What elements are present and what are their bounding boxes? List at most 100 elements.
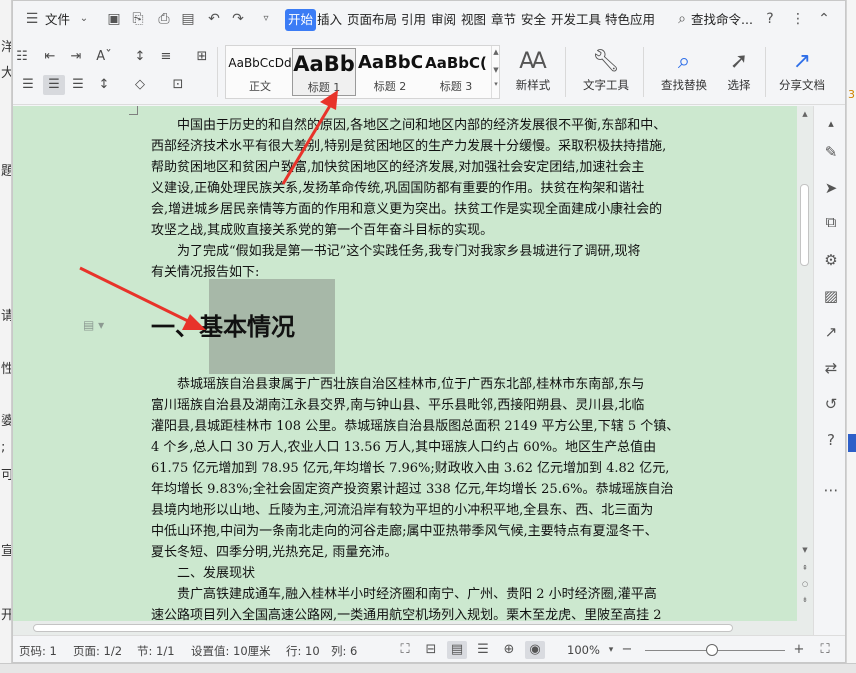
find-replace-button[interactable]: ⌕ 查找替换 (653, 47, 715, 101)
line-spacing-options-icon[interactable]: ≡ (155, 47, 177, 67)
style-heading-3[interactable]: AaBbC( 标题 3 (424, 48, 488, 96)
bg-char: 可 (1, 464, 11, 483)
prev-page-icon[interactable]: ⇞ (799, 564, 811, 572)
tab-view[interactable]: 视图 (461, 9, 486, 31)
select-button[interactable]: ➚ 选择 (719, 47, 759, 101)
translate-icon[interactable]: ⇄ (821, 358, 841, 378)
web-view-icon[interactable]: ⊕ (499, 641, 519, 659)
bg-char: 宣 (1, 540, 11, 559)
zoom-out-icon[interactable]: − (617, 641, 637, 659)
history-icon[interactable]: ↺ (821, 394, 841, 414)
zoom-slider-knob[interactable] (706, 644, 718, 656)
cursor-select-icon[interactable]: ➤ (821, 178, 841, 198)
paragraph-options-icon[interactable]: ▤ ▾ (83, 318, 104, 332)
tab-review[interactable]: 审阅 (431, 9, 456, 31)
picture-icon[interactable]: ▨ (821, 286, 841, 306)
scrollbar-thumb[interactable] (800, 184, 809, 266)
change-case-icon[interactable]: Aˇ (93, 47, 115, 67)
paragraph-subheading: 二、发展现状 (151, 563, 707, 584)
align-left-icon[interactable]: ☰ (17, 75, 39, 95)
bg-char: ; (1, 440, 6, 455)
fullscreen-icon[interactable]: ⛶ (395, 641, 415, 659)
collapse-pane-icon[interactable]: ▴ (821, 114, 841, 134)
command-search[interactable]: 查找命令... (691, 9, 753, 31)
document-page[interactable]: 中国由于历史的和自然的原因,各地区之间和地区内部的经济发展很不平衡,东部和中、 … (13, 106, 813, 621)
eye-protection-icon[interactable]: ◉ (525, 641, 545, 659)
magnifier-icon: ⌕ (677, 49, 691, 74)
style-label: 标题 1 (307, 81, 341, 94)
export-icon[interactable]: ⎘ (129, 10, 147, 28)
page-view-icon[interactable]: ▤ (447, 641, 467, 659)
heading-basic-situation[interactable]: 一、基本情况 (151, 306, 295, 348)
tab-home[interactable]: 开始 (285, 9, 317, 31)
text-line: 中国由于历史的和自然的原因,各地区之间和地区内部的经济发展很不平衡,东部和中、 (177, 118, 667, 133)
new-style-icon: Ꜳ (519, 49, 547, 74)
collapse-ribbon-icon[interactable]: ⌃ (815, 10, 833, 28)
reading-view-icon[interactable]: ⊟ (421, 641, 441, 659)
style-heading-2[interactable]: AaBbC( 标题 2 (358, 48, 422, 96)
new-style-label: 新样式 (515, 78, 551, 92)
justify-icon[interactable]: ☰ (43, 75, 65, 95)
tab-security[interactable]: 安全 (521, 9, 546, 31)
shading-icon[interactable]: ◇ (129, 75, 151, 95)
tab-insert[interactable]: 插入 (317, 9, 342, 31)
print-preview-icon[interactable]: ▤ (179, 10, 197, 28)
search-icon[interactable]: ⌕ (673, 10, 691, 28)
redo-icon[interactable]: ↷ (229, 10, 247, 28)
style-gallery-scroll[interactable]: ▲ ▼ ▾ (491, 46, 500, 98)
numbering-icon[interactable]: ☷ (13, 47, 33, 67)
line-spacing-icon[interactable]: ↕ (93, 75, 115, 95)
chevron-down-icon[interactable]: ⌄ (75, 10, 93, 28)
help-circle-icon[interactable]: ? (821, 430, 841, 450)
share-pane-icon[interactable]: ↗ (821, 322, 841, 342)
increase-indent-icon[interactable]: ⇥ (65, 47, 87, 67)
undo-icon[interactable]: ↶ (205, 10, 223, 28)
text-tools-button[interactable]: 🔧︎ 文字工具 (573, 47, 639, 101)
horizontal-scrollbar[interactable] (13, 621, 813, 635)
sort-icon[interactable]: ↕ (129, 47, 151, 67)
tab-developer[interactable]: 开发工具 (551, 9, 601, 31)
save-icon[interactable]: ▣ (105, 10, 123, 28)
vertical-scrollbar[interactable]: ▲ ▼ ⇞ ○ ⇟ (797, 106, 813, 621)
outline-view-icon[interactable]: ☰ (473, 641, 493, 659)
scroll-down-icon[interactable]: ▼ (799, 546, 811, 554)
print-icon[interactable]: ⎙ (155, 10, 173, 28)
menu-file[interactable]: 文件 (45, 9, 70, 31)
adjust-icon[interactable]: ⚙ (821, 250, 841, 270)
browse-object-icon[interactable]: ○ (799, 580, 811, 588)
text-line: 中低山环抱,中间为一条南北走向的河谷走廊;属中亚热带季风气候,主要特点有夏湿冬干… (151, 524, 658, 539)
quick-access-dropdown-icon[interactable]: ▿ (257, 10, 275, 28)
scroll-up-icon[interactable]: ▲ (799, 110, 811, 118)
scroll-down-icon[interactable]: ▼ (492, 66, 500, 74)
more-icon[interactable]: ⋯ (821, 480, 841, 500)
pen-icon[interactable]: ✎ (821, 142, 841, 162)
text-line: 年均增长 9.83%;全社会固定资产投资累计超过 338 亿元,年均增长 25.… (151, 482, 674, 497)
shapes-icon[interactable]: ⧉ (821, 212, 841, 232)
scrollbar-thumb[interactable] (33, 624, 733, 632)
decrease-indent-icon[interactable]: ⇤ (39, 47, 61, 67)
help-icon[interactable]: ? (761, 10, 779, 28)
new-style-button[interactable]: Ꜳ 新样式 (505, 47, 561, 101)
hamburger-icon[interactable]: ☰ (23, 10, 41, 28)
tab-page-layout[interactable]: 页面布局 (347, 9, 397, 31)
next-page-icon[interactable]: ⇟ (799, 596, 811, 604)
style-normal[interactable]: AaBbCcDd 正文 (228, 48, 292, 96)
tab-featured-apps[interactable]: 特色应用 (605, 9, 655, 31)
expand-gallery-icon[interactable]: ▾ (492, 80, 500, 88)
status-section: 节: 1/1 (137, 644, 175, 658)
status-row: 行: 10 (286, 644, 320, 658)
share-document-button[interactable]: ↗ 分享文档 (773, 47, 831, 101)
ribbon-separator (643, 47, 644, 97)
table-border-icon[interactable]: ⊞ (191, 47, 213, 67)
fit-window-icon[interactable]: ⛶ (815, 641, 835, 659)
share-icon: ↗ (792, 49, 812, 74)
borders-icon[interactable]: ⊡ (167, 75, 189, 95)
distributed-icon[interactable]: ☰ (67, 75, 89, 95)
zoom-in-icon[interactable]: + (789, 641, 809, 659)
scroll-up-icon[interactable]: ▲ (492, 48, 500, 56)
style-heading-1[interactable]: AaBb 标题 1 (292, 48, 356, 96)
tab-chapter[interactable]: 章节 (491, 9, 516, 31)
zoom-level[interactable]: 100% (567, 643, 600, 657)
tab-references[interactable]: 引用 (401, 9, 426, 31)
more-options-icon[interactable]: ⋮ (789, 10, 807, 28)
